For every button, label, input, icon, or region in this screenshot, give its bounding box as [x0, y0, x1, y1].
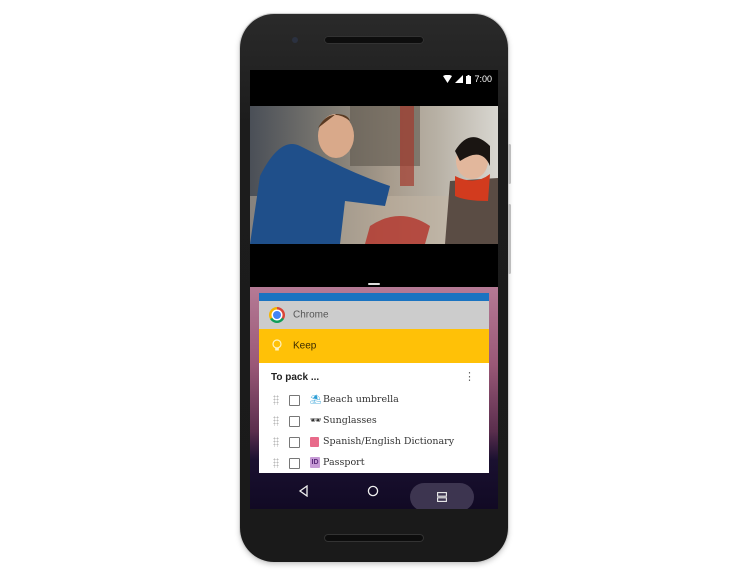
chrome-icon	[269, 307, 285, 323]
checkbox[interactable]	[289, 458, 300, 469]
clock: 7:00	[474, 74, 492, 84]
item-label: Sunglasses	[323, 415, 377, 426]
recents-screen: Chrome Keep To pack ... ⋮ ⛱ Beach umbrel…	[250, 287, 498, 509]
split-screen-divider[interactable]	[368, 283, 380, 285]
drag-handle-icon[interactable]	[273, 437, 279, 447]
umbrella-icon: ⛱	[310, 394, 322, 404]
recent-card-chrome[interactable]: Chrome	[259, 293, 489, 329]
id-icon: ID	[310, 457, 320, 468]
front-camera	[292, 37, 298, 43]
item-label: Spanish/English Dictionary	[323, 436, 455, 447]
list-item: ID Passport	[259, 454, 489, 474]
top-speaker	[324, 36, 424, 44]
back-button[interactable]	[294, 481, 314, 501]
checkbox[interactable]	[289, 437, 300, 448]
home-icon	[367, 485, 379, 497]
overview-button[interactable]	[410, 483, 474, 509]
video-player[interactable]	[250, 106, 498, 244]
screen: 7:00 Chrome Keep To pack ... ⋮ ⛱ Beach u…	[250, 70, 498, 509]
overview-icon	[437, 492, 447, 502]
drag-handle-icon[interactable]	[273, 458, 279, 468]
checkbox[interactable]	[289, 416, 300, 427]
drag-handle-icon[interactable]	[273, 395, 279, 405]
status-bar: 7:00	[250, 70, 498, 90]
battery-icon	[466, 74, 472, 84]
list-item: 🕶 Sunglasses	[259, 412, 489, 432]
list-item: ⛱ Beach umbrella	[259, 391, 489, 411]
keep-note[interactable]: To pack ... ⋮ ⛱ Beach umbrella 🕶 Sunglas…	[259, 363, 489, 473]
chrome-label: Chrome	[293, 309, 329, 321]
lightbulb-icon	[272, 339, 282, 351]
navigation-bar	[250, 473, 498, 509]
drag-handle-icon[interactable]	[273, 416, 279, 426]
volume-button	[508, 144, 511, 184]
note-title: To pack ...	[271, 372, 320, 383]
item-label: Passport	[323, 457, 365, 468]
recent-card-keep[interactable]: Keep	[259, 329, 489, 363]
signal-icon	[455, 75, 464, 83]
wifi-icon	[443, 75, 453, 83]
video-frame	[250, 106, 498, 244]
back-icon	[298, 485, 308, 497]
power-button	[508, 204, 511, 274]
phone-device: 7:00 Chrome Keep To pack ... ⋮ ⛱ Beach u…	[240, 14, 511, 562]
list-item: Spanish/English Dictionary	[259, 433, 489, 453]
item-label: Beach umbrella	[323, 394, 399, 405]
keep-label: Keep	[293, 340, 317, 352]
book-icon	[310, 437, 319, 447]
more-options-icon[interactable]: ⋮	[464, 372, 475, 383]
sunglasses-icon: 🕶	[310, 415, 322, 425]
bottom-speaker	[324, 534, 424, 542]
checkbox[interactable]	[289, 395, 300, 406]
home-button[interactable]	[363, 481, 383, 501]
